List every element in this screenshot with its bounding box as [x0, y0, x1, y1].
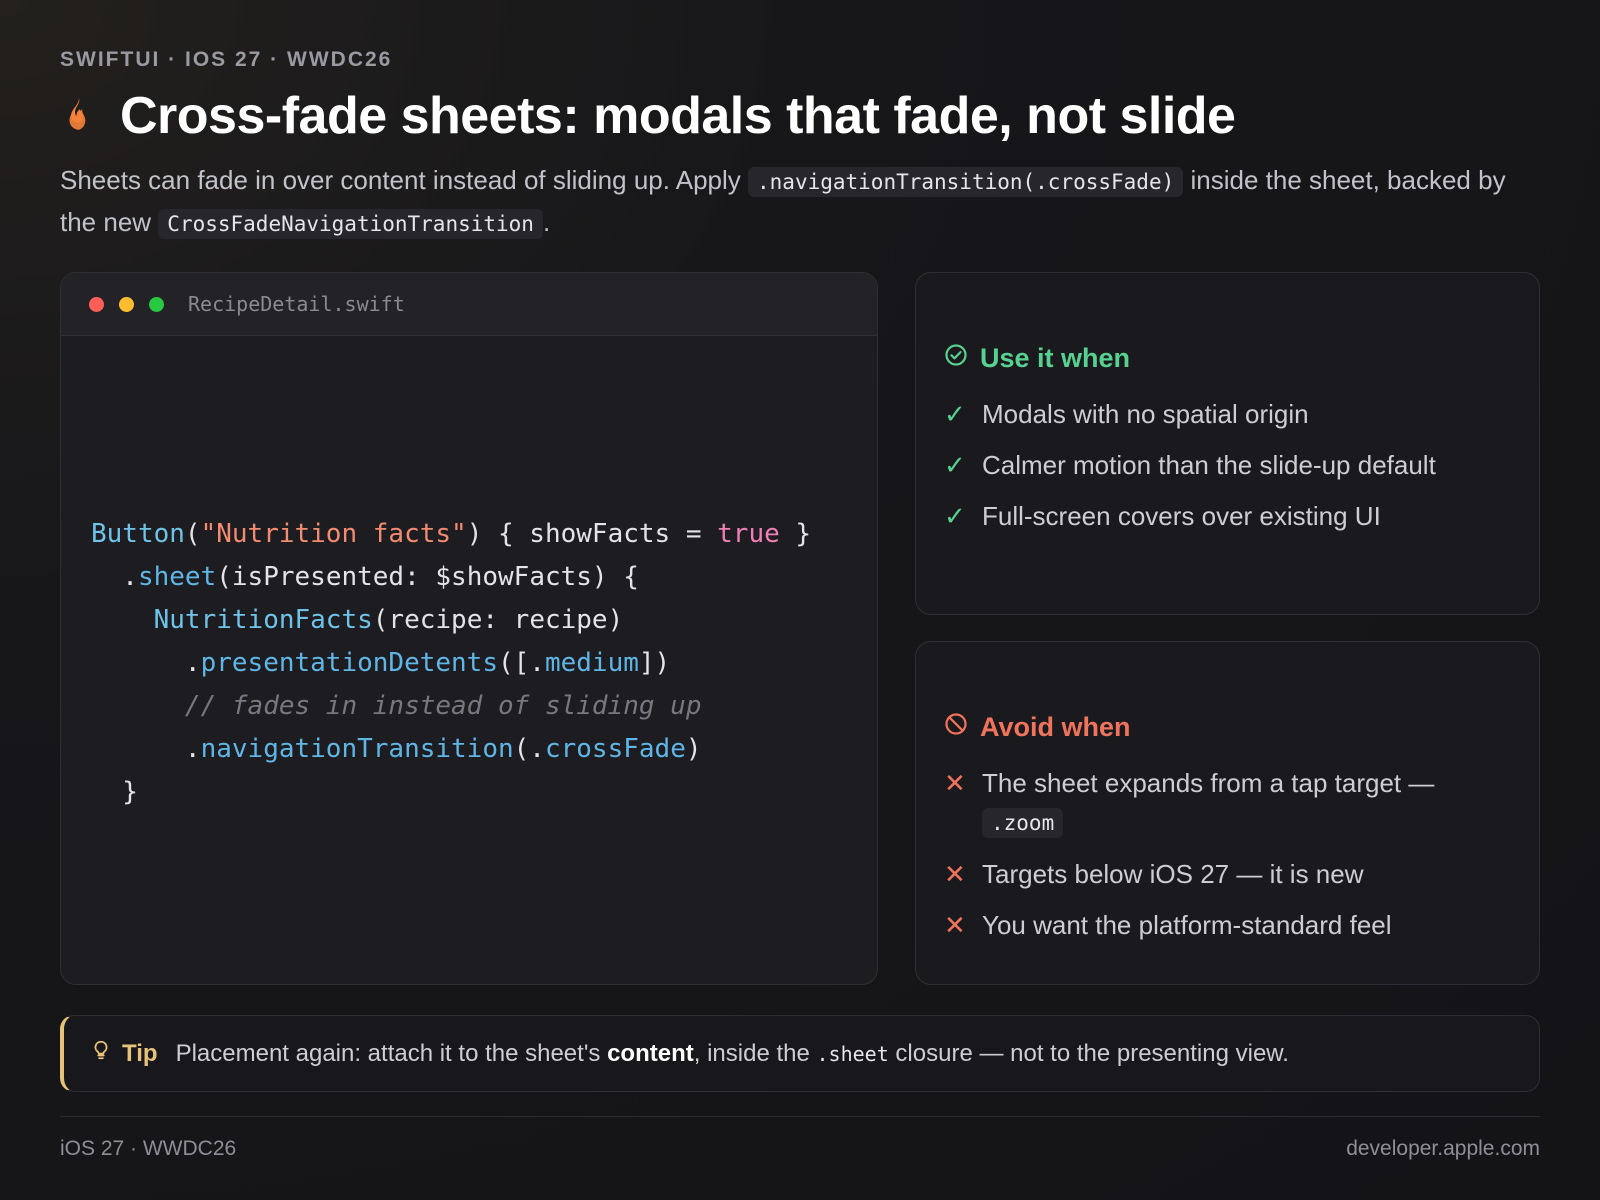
check-icon: ✓ [944, 399, 966, 429]
code-block: Button("Nutrition facts") { showFacts = … [91, 513, 811, 814]
cross-icon: ✕ [944, 768, 966, 798]
code-token-plain: . [91, 734, 201, 764]
code-token-fn: navigationTransition [200, 734, 514, 764]
code-token-plain: ([. [498, 648, 545, 678]
code-line: .presentationDetents([.medium]) [91, 642, 811, 685]
footer-left: iOS 27 · WWDC26 [60, 1137, 237, 1160]
code-line: } [91, 771, 811, 814]
code-token-type: Button [91, 519, 185, 549]
code-token-plain: (isPresented: $showFacts) { [216, 562, 639, 592]
eyebrow: SWIFTUI · IOS 27 · WWDC26 [60, 48, 393, 71]
code-token-plain: (recipe: recipe) [372, 605, 624, 635]
subtitle-text: . [542, 207, 551, 237]
tip-text-part: closure — not to the presenting view. [888, 1039, 1289, 1067]
code-token-plain: ) { showFacts = [466, 519, 718, 549]
editor-filename: RecipeDetail.swift [188, 292, 405, 316]
code-token-fn: medium [544, 648, 639, 678]
check-circle-icon [944, 343, 968, 374]
code-editor: RecipeDetail.swift Button("Nutrition fac… [60, 272, 878, 985]
use-item-text: Modals with no spatial origin [982, 399, 1309, 429]
code-token-plain: (. [513, 734, 545, 764]
code-token-plain: } [91, 777, 138, 807]
avoid-card-title: Avoid when [980, 712, 1131, 742]
title-row: Cross-fade sheets: modals that fade, not… [60, 86, 1236, 146]
code-token-plain: ( [184, 519, 201, 549]
code-line: Button("Nutrition facts") { showFacts = … [91, 513, 811, 556]
code-token-plain: . [91, 648, 201, 678]
subtitle-code-navigation-transition: .navigationTransition(.crossFade) [748, 167, 1184, 197]
zoom-window-button[interactable] [149, 296, 164, 312]
avoid-item-code-zoom: .zoom [982, 808, 1064, 838]
tip-text-bold: content [607, 1039, 694, 1067]
use-card-heading: Use it when [944, 343, 1130, 374]
footer-link[interactable]: developer.apple.com [1346, 1137, 1540, 1161]
tip-code-sheet: .sheet [816, 1041, 889, 1066]
tip-text-part: , inside the [693, 1039, 817, 1067]
cross-icon: ✕ [944, 859, 966, 889]
check-icon: ✓ [944, 450, 966, 480]
avoid-item-text: Targets below iOS 27 — it is new [982, 859, 1364, 889]
code-token-fn: crossFade [544, 734, 686, 764]
code-token-type: NutritionFacts [153, 605, 373, 635]
use-card-title: Use it when [980, 343, 1131, 373]
code-line: // fades in instead of sliding up [91, 685, 811, 728]
tip-text: Placement again: attach it to the sheet'… [176, 1040, 1289, 1068]
use-item-text: Full-screen covers over existing UI [982, 501, 1381, 531]
code-line: .sheet(isPresented: $showFacts) { [91, 556, 811, 599]
code-token-fn: sheet [137, 562, 217, 592]
subtitle: Sheets can fade in over content instead … [60, 160, 1540, 244]
code-line: .navigationTransition(.crossFade) [91, 728, 811, 771]
code-token-plain: ) [685, 734, 702, 764]
code-token-cmt: // fades in instead of sliding up [184, 691, 702, 721]
flame-icon [60, 95, 98, 138]
list-item: ✕ The sheet expands from a tap target — .… [944, 764, 1519, 842]
prohibited-icon [944, 712, 968, 743]
list-item: ✓ Modals with no spatial origin [944, 395, 1519, 433]
code-line: NutritionFacts(recipe: recipe) [91, 599, 811, 642]
list-item: ✕ You want the platform-standard feel [944, 906, 1519, 944]
tip-label: Tip [122, 1039, 158, 1067]
subtitle-code-crossfade-type: CrossFadeNavigationTransition [158, 209, 543, 239]
avoid-card-heading: Avoid when [944, 712, 1131, 743]
page-title: Cross-fade sheets: modals that fade, not… [120, 87, 1236, 145]
use-it-when-card: Use it when ✓ Modals with no spatial orig… [915, 272, 1540, 615]
lightbulb-icon [90, 1039, 122, 1068]
check-icon: ✓ [944, 501, 966, 531]
avoid-item-text: The sheet expands from a tap target — [982, 768, 1435, 798]
tip-text-part: Placement again: attach it to the sheet'… [175, 1039, 608, 1067]
minimize-window-button[interactable] [119, 296, 134, 312]
code-token-plain: ]) [638, 648, 671, 678]
list-item: ✓ Full-screen covers over existing UI [944, 497, 1519, 535]
tip-callout: Tip Placement again: attach it to the sh… [60, 1015, 1540, 1092]
code-token-plain: . [91, 562, 138, 592]
list-item: ✓ Calmer motion than the slide-up default [944, 446, 1519, 484]
code-token-str: "Nutrition facts" [200, 519, 467, 549]
footer-divider [60, 1116, 1540, 1117]
code-token-plain: } [779, 519, 812, 549]
use-item-text: Calmer motion than the slide-up default [982, 450, 1436, 480]
list-item: ✕ Targets below iOS 27 — it is new [944, 855, 1519, 893]
editor-titlebar: RecipeDetail.swift [61, 273, 877, 336]
code-token-kw: true [717, 519, 780, 549]
cross-icon: ✕ [944, 910, 966, 940]
avoid-when-card: Avoid when ✕ The sheet expands from a tap… [915, 641, 1540, 985]
code-token-fn: presentationDetents [200, 648, 498, 678]
close-window-button[interactable] [89, 296, 104, 312]
subtitle-text: Sheets can fade in over content instead … [60, 165, 749, 195]
avoid-item-text: You want the platform-standard feel [982, 910, 1392, 940]
